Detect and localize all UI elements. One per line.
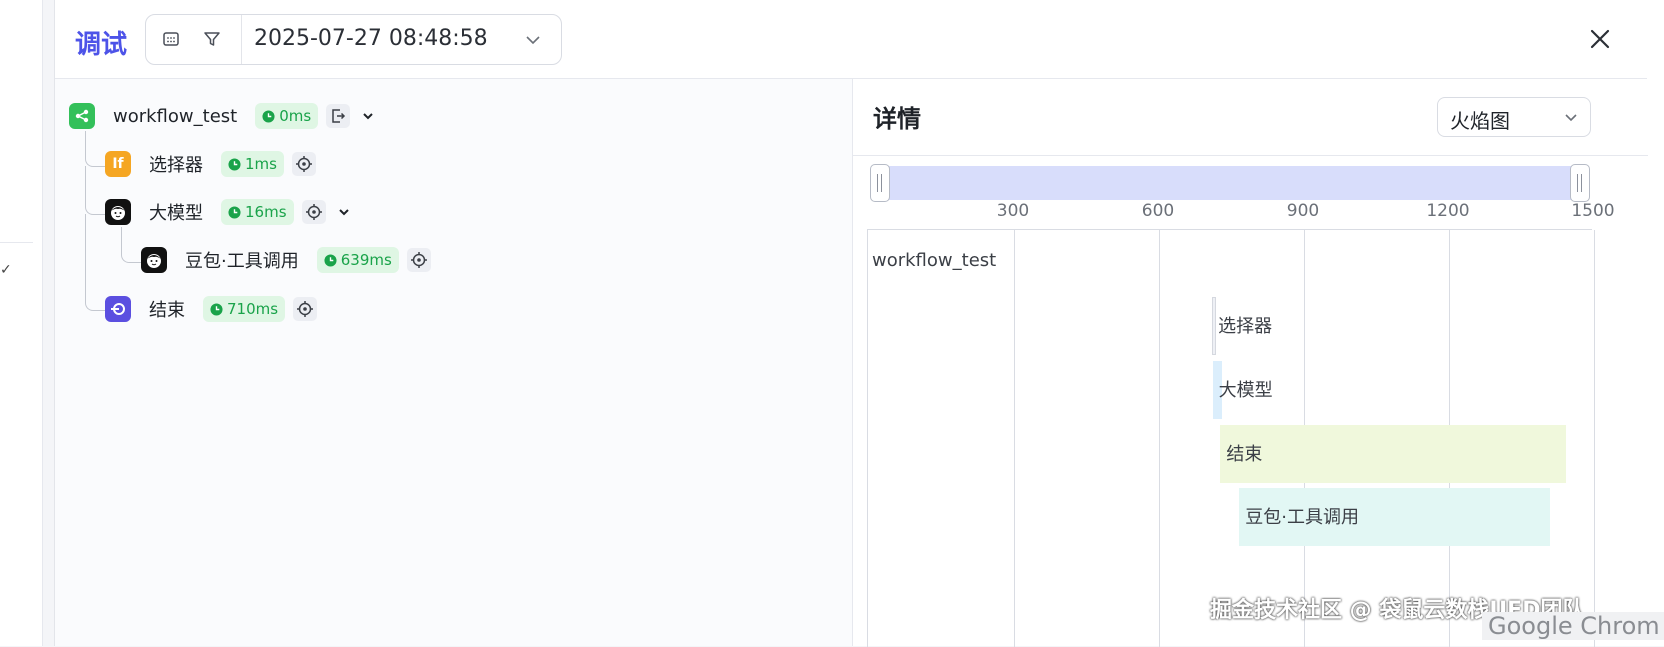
node-label: 结束	[149, 300, 185, 321]
panel-title: 调试	[75, 30, 128, 60]
browser-label: Google Chrom	[1482, 612, 1664, 640]
axis-tick-label: 900	[1286, 201, 1320, 221]
node-label: workflow_test	[113, 105, 238, 127]
toolbar-divider	[241, 15, 242, 64]
tree-node-end[interactable]: 结束 710ms	[105, 294, 318, 324]
calendar-icon	[163, 32, 179, 46]
export-button[interactable]	[326, 104, 351, 128]
trace-tree: workflow_test 0ms If 选择器 1ms 大模型 16ms 豆包…	[55, 79, 850, 646]
llm-avatar-icon	[141, 247, 167, 273]
flame-bar[interactable]	[1220, 425, 1566, 483]
clock-icon	[210, 302, 223, 316]
locate-icon	[410, 252, 427, 268]
debug-panel: 调试 2025-07-27 08:48:58 workflow_test 0ms…	[54, 0, 1648, 647]
clock-icon	[262, 109, 275, 123]
duration-badge: 16ms	[221, 199, 294, 225]
duration-value: 1ms	[245, 155, 277, 173]
chevron-down-icon	[1565, 114, 1577, 122]
llm-avatar-icon	[105, 199, 131, 225]
duration-badge: 1ms	[221, 151, 284, 177]
workflow-icon	[69, 103, 95, 129]
duration-value: 16ms	[245, 203, 287, 221]
chevron-down-icon	[338, 209, 349, 216]
tree-node-selector[interactable]: If 选择器 1ms	[105, 149, 316, 179]
flame-bar-label: 选择器	[1218, 316, 1273, 337]
end-icon	[105, 296, 131, 322]
clock-icon	[228, 157, 241, 171]
icon-text: If	[112, 156, 124, 172]
flame-bar-label: 大模型	[1218, 380, 1273, 401]
duration-badge: 639ms	[316, 247, 399, 273]
detail-title: 详情	[873, 105, 921, 133]
filter-button[interactable]	[200, 27, 224, 51]
flame-bar-label: workflow_test	[872, 250, 997, 271]
flame-bar-label: 豆包·工具调用	[1245, 507, 1359, 528]
gridline	[1014, 230, 1015, 647]
chevron-down-icon[interactable]	[523, 30, 543, 50]
detail-panel: 详情 火焰图 300 600 900 1200 1500 workflow_test 选择…	[852, 79, 1648, 647]
locate-button[interactable]	[406, 248, 431, 272]
duration-value: 710ms	[227, 300, 279, 318]
zoom-handle-left[interactable]	[870, 164, 890, 202]
expand-button[interactable]	[358, 106, 378, 126]
debug-toolbar: 2025-07-27 08:48:58	[145, 14, 562, 65]
tree-connector	[85, 166, 106, 215]
flame-graph: workflow_test 选择器大模型结束豆包·工具调用	[867, 229, 1595, 647]
flame-bar[interactable]	[1212, 297, 1217, 355]
duration-value: 0ms	[279, 107, 312, 125]
clock-icon	[228, 205, 241, 219]
tree-node-root[interactable]: workflow_test 0ms	[69, 101, 378, 131]
locate-icon	[305, 204, 322, 220]
clock-icon	[324, 253, 337, 267]
tree-node-tool-call[interactable]: 豆包·工具调用 639ms	[141, 245, 431, 275]
close-icon[interactable]	[1585, 24, 1615, 54]
node-label: 选择器	[149, 155, 203, 176]
divider	[853, 155, 1648, 156]
run-datetime-select[interactable]: 2025-07-27 08:48:58	[254, 26, 488, 51]
divider	[0, 242, 33, 243]
duration-badge: 0ms	[255, 103, 319, 129]
axis-tick-label: 1500	[1571, 201, 1615, 221]
axis-tick-label: 600	[1141, 201, 1175, 221]
tree-connector	[85, 214, 106, 311]
locate-button[interactable]	[291, 152, 316, 176]
axis-tick-label: 300	[996, 201, 1030, 221]
background-sidebar: ✓	[0, 0, 43, 646]
filter-icon	[204, 32, 220, 46]
duration-value: 639ms	[340, 251, 392, 269]
calendar-button[interactable]	[159, 27, 183, 51]
locate-icon	[297, 301, 314, 317]
chevron-down-icon	[363, 113, 373, 120]
locate-button[interactable]	[293, 297, 318, 321]
export-icon	[332, 109, 346, 123]
tree-node-llm[interactable]: 大模型 16ms	[105, 197, 354, 227]
if-icon: If	[105, 151, 131, 177]
locate-icon	[295, 156, 312, 172]
duration-badge: 710ms	[203, 296, 286, 322]
panel-header: 调试 2025-07-27 08:48:58	[55, 0, 1647, 79]
flame-bar-label: 结束	[1226, 444, 1263, 465]
zoom-range-slider[interactable]	[870, 164, 1590, 202]
tree-connector	[85, 131, 106, 167]
node-label: 大模型	[149, 203, 203, 224]
check-icon: ✓	[0, 262, 12, 278]
gridline	[1594, 230, 1595, 647]
tree-connector	[121, 227, 142, 263]
locate-button[interactable]	[301, 200, 326, 224]
gridline	[1159, 230, 1160, 647]
view-mode-select[interactable]: 火焰图	[1437, 97, 1591, 137]
zoom-handle-right[interactable]	[1570, 164, 1590, 202]
expand-button[interactable]	[334, 202, 354, 222]
axis-tick-label: 1200	[1426, 201, 1470, 221]
select-value: 火焰图	[1450, 109, 1510, 133]
node-label: 豆包·工具调用	[185, 251, 299, 272]
